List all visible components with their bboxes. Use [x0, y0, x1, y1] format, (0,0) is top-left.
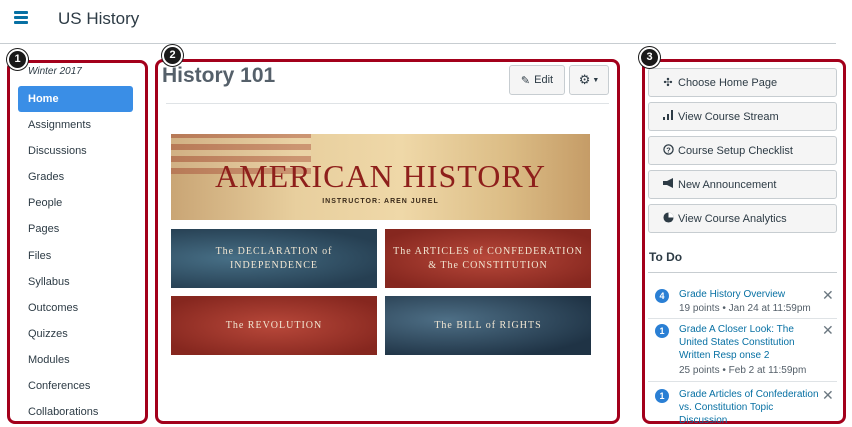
banner-title: AMERICAN HISTORY — [215, 158, 546, 194]
hamburger-menu-icon[interactable] — [14, 11, 28, 25]
view-course-analytics-button[interactable]: View Course Analytics — [648, 204, 837, 233]
tile-label: The ARTICLES of CONFEDERATION — [393, 245, 583, 257]
tile-label: The REVOLUTION — [225, 319, 323, 331]
choose-home-page-button[interactable]: ✣ Choose Home Page — [648, 68, 837, 97]
todo-divider — [648, 272, 837, 273]
pencil-icon: ✎ — [520, 74, 531, 87]
button-label: Course Setup Checklist — [678, 144, 793, 157]
articles-tile[interactable]: The ARTICLES of CONFEDERATION & The CONS… — [385, 229, 591, 288]
nav-item-home[interactable]: Home — [18, 86, 133, 113]
todo-heading: To Do — [649, 250, 683, 264]
todo-meta: 19 points • Jan 24 at 11:59pm — [679, 303, 811, 314]
title-divider — [166, 103, 609, 104]
nav-item-outcomes[interactable]: Outcomes — [18, 295, 133, 321]
page-title: History 101 — [162, 64, 276, 87]
tile-label: The BILL of RIGHTS — [434, 319, 542, 331]
nav-item-modules[interactable]: Modules — [18, 347, 133, 373]
megaphone-icon — [661, 178, 675, 191]
tile-label-line2: & The CONSTITUTION — [428, 259, 548, 271]
term-label: Winter 2017 — [28, 66, 82, 77]
callout-badge-1: 1 — [7, 49, 28, 70]
nav-item-people[interactable]: People — [18, 190, 133, 216]
nav-item-assignments[interactable]: Assignments — [18, 112, 133, 138]
bill-of-rights-tile[interactable]: The BILL of RIGHTS — [385, 296, 591, 355]
button-label: View Course Stream — [678, 110, 779, 123]
nav-item-conferences[interactable]: Conferences — [18, 373, 133, 399]
dismiss-icon[interactable]: ✕ — [822, 322, 834, 339]
nav-item-quizzes[interactable]: Quizzes — [18, 321, 133, 347]
button-label: View Course Analytics — [678, 212, 787, 225]
top-bar: US History — [0, 0, 852, 44]
nav-item-discussions[interactable]: Discussions — [18, 138, 133, 164]
todo-meta: 25 points • Feb 2 at 11:59pm — [679, 365, 807, 376]
dismiss-icon[interactable]: ✕ — [822, 287, 834, 304]
declaration-tile[interactable]: The DECLARATION of INDEPENDENCE — [171, 229, 377, 288]
caret-down-icon: ▼ — [592, 76, 600, 84]
nav-item-collaborations[interactable]: Collaborations — [18, 399, 133, 425]
target-icon: ✣ — [663, 77, 673, 89]
todo-separator — [648, 381, 837, 382]
revolution-tile[interactable]: The REVOLUTION — [171, 296, 377, 355]
todo-link[interactable]: Grade Articles of Confederation vs. Cons… — [679, 388, 819, 427]
edit-button[interactable]: ✎ Edit — [509, 65, 565, 95]
todo-link[interactable]: Grade A Closer Look: The United States C… — [679, 323, 819, 362]
edit-button-label: Edit — [534, 74, 554, 86]
analytics-icon — [661, 211, 675, 226]
nav-item-pages[interactable]: Pages — [18, 216, 133, 242]
callout-badge-2: 2 — [162, 45, 183, 66]
svg-text:?: ? — [666, 145, 671, 154]
todo-item: 4 Grade History Overview 19 points • Jan… — [652, 287, 837, 318]
nav-item-files[interactable]: Files — [18, 243, 133, 269]
bar-chart-icon — [661, 110, 675, 123]
banner-instructor: INSTRUCTOR: AREN JUREL — [322, 198, 439, 205]
american-history-banner: AMERICAN HISTORY INSTRUCTOR: AREN JUREL — [171, 134, 590, 220]
view-course-stream-button[interactable]: View Course Stream — [648, 102, 837, 131]
course-navigation: Home Assignments Discussions Grades Peop… — [18, 86, 133, 425]
todo-count-badge: 1 — [655, 389, 669, 403]
question-circle-icon: ? — [661, 143, 675, 158]
tile-label: The DECLARATION of INDEPENDENCE — [215, 245, 333, 271]
todo-separator — [648, 318, 837, 319]
todo-count-badge: 1 — [655, 324, 669, 338]
header-divider — [0, 43, 836, 44]
nav-item-syllabus[interactable]: Syllabus — [18, 269, 133, 295]
gear-icon: ⚙ — [578, 72, 591, 87]
course-title: US History — [58, 9, 140, 28]
nav-item-grades[interactable]: Grades — [18, 164, 133, 190]
todo-count-badge: 4 — [655, 289, 669, 303]
todo-item: 1 Grade Articles of Confederation vs. Co… — [652, 387, 837, 426]
settings-dropdown-button[interactable]: ⚙ ▼ — [569, 65, 609, 95]
button-label: Choose Home Page — [678, 76, 778, 89]
callout-badge-3: 3 — [639, 47, 660, 68]
new-announcement-button[interactable]: New Announcement — [648, 170, 837, 199]
dismiss-icon[interactable]: ✕ — [822, 387, 834, 404]
course-setup-checklist-button[interactable]: ? Course Setup Checklist — [648, 136, 837, 165]
todo-link[interactable]: Grade History Overview — [679, 288, 819, 301]
todo-item: 1 Grade A Closer Look: The United States… — [652, 322, 837, 379]
button-label: New Announcement — [678, 178, 777, 191]
